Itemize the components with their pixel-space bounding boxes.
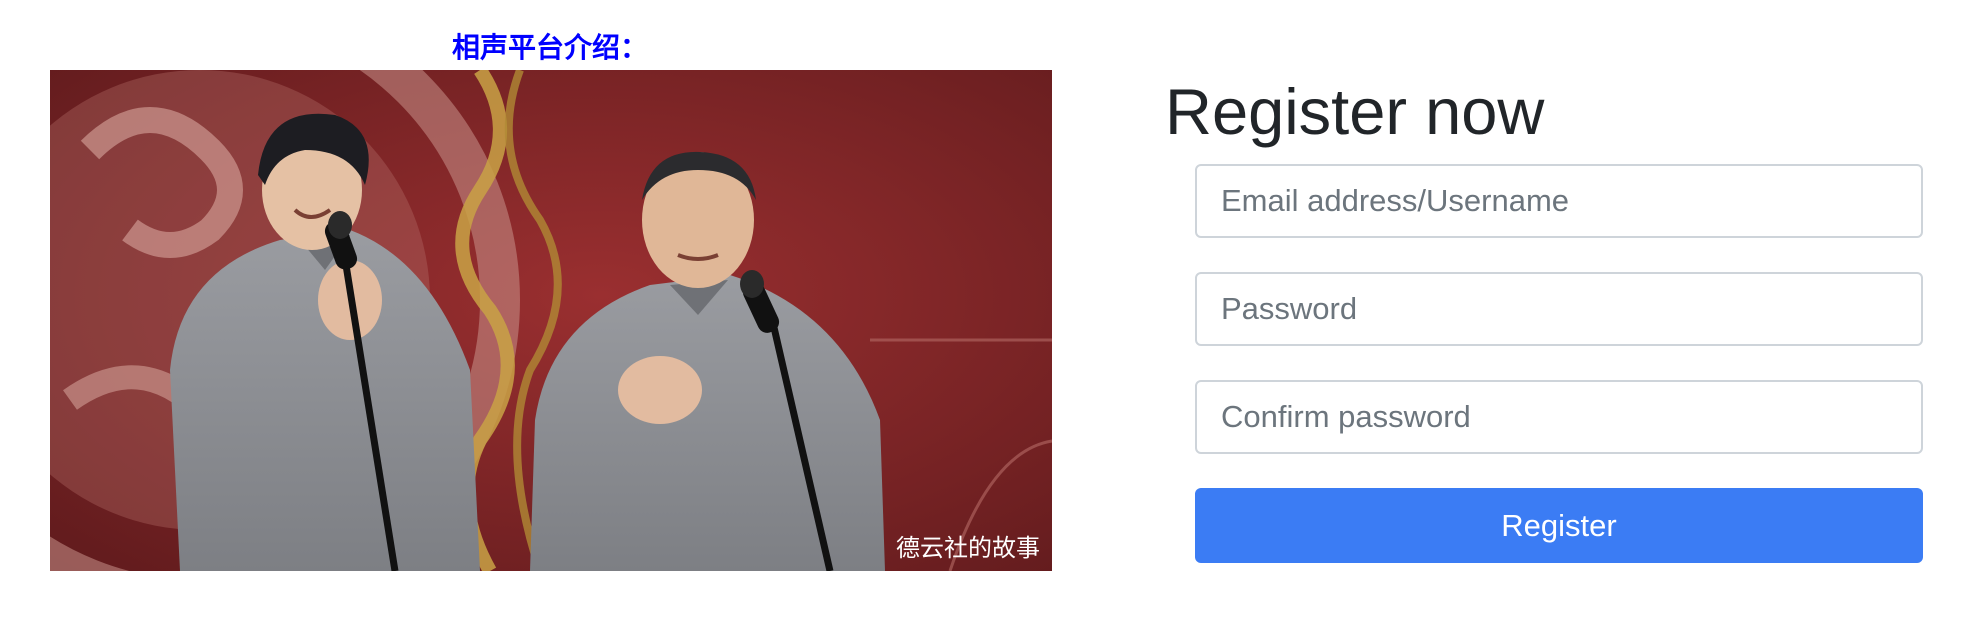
intro-heading: 相声平台介绍： (451, 32, 648, 63)
crosstalk-photo: 德云社的故事 (50, 70, 1052, 571)
confirm-password-field[interactable] (1195, 380, 1923, 454)
photo-watermark: 德云社的故事 (896, 534, 1040, 562)
password-field[interactable] (1195, 272, 1923, 346)
email-field[interactable] (1195, 164, 1923, 238)
register-button[interactable]: Register (1195, 488, 1923, 563)
register-title: Register now (1165, 75, 1545, 148)
